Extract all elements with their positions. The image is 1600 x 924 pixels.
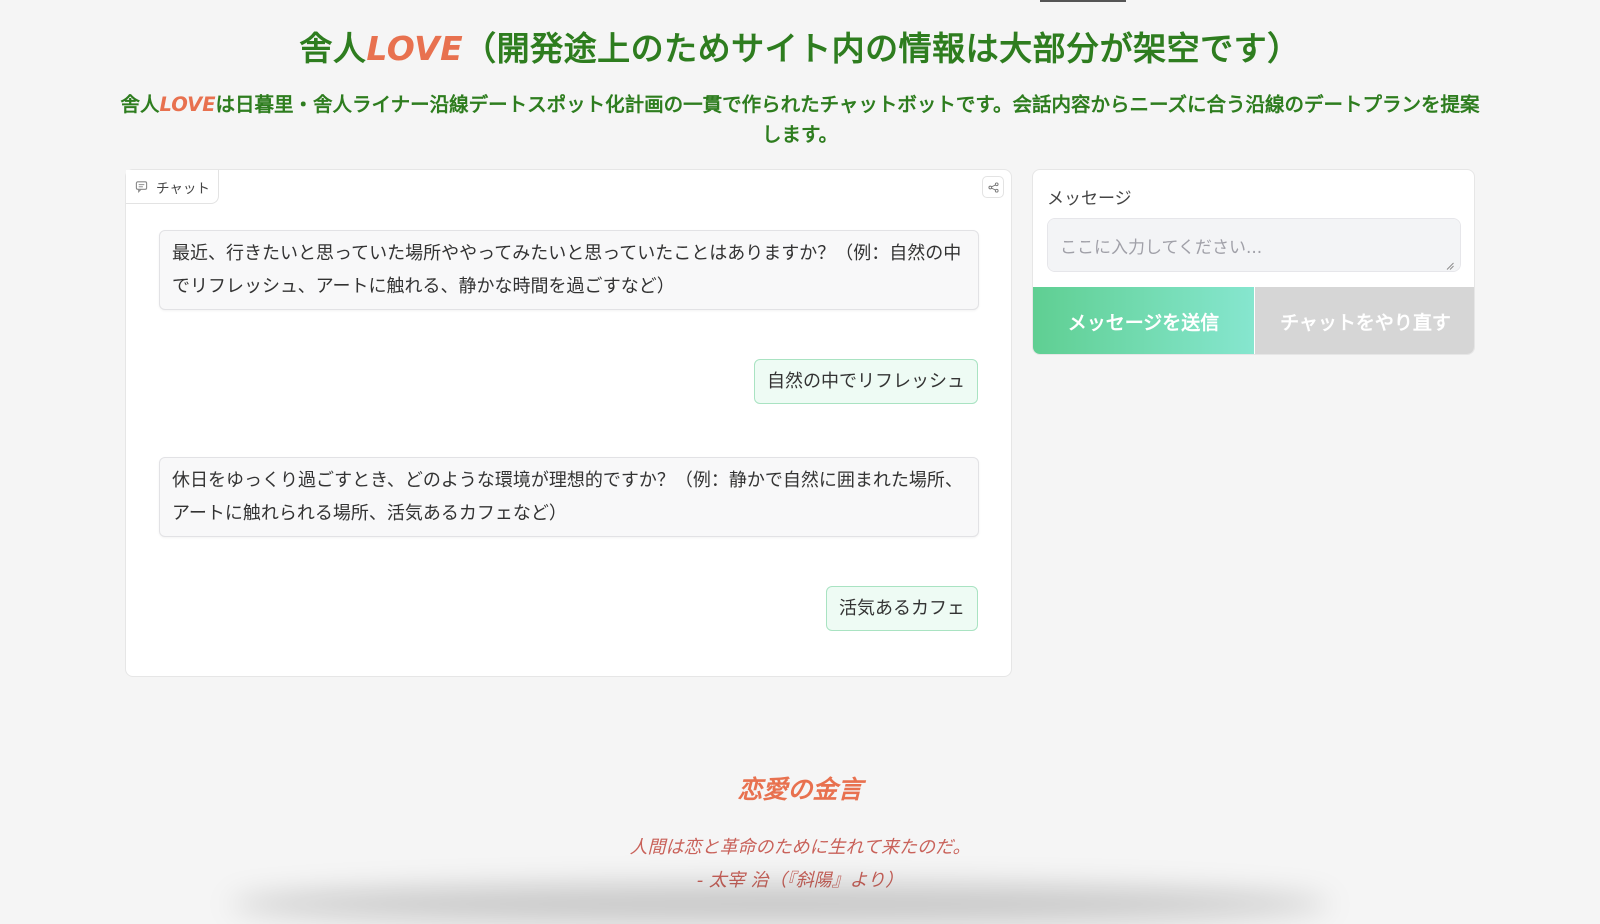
subtitle-brand: LOVE [159,93,216,116]
bot-message: 休日をゆっくり過ごすとき、どのような環境が理想的ですか？（例：静かで自然に囲まれ… [159,457,979,537]
share-icon [987,181,999,193]
top-indicator-line [1040,0,1126,2]
message-input[interactable] [1047,218,1461,272]
share-button[interactable] [982,176,1004,198]
subtitle-suffix: は日暮里・舎人ライナー沿線デートスポット化計画の一貫で作られたチャットボットです… [215,93,1480,146]
title-suffix: （開発途上のためサイト内の情報は大部分が架空です） [463,29,1301,68]
chat-tab: チャット [126,170,219,204]
message-label: メッセージ [1047,189,1132,209]
resize-grip-icon[interactable] [1446,262,1454,270]
title-brand: LOVE [366,29,464,68]
message-panel: メッセージ メッセージを送信 チャットをやり直す [1032,169,1475,355]
page-title: 舎人LOVE（開発途上のためサイト内の情報は大部分が架空です） [0,22,1600,70]
chat-bubble-icon [135,181,148,193]
title-prefix: 舎人 [299,29,367,68]
user-message: 自然の中でリフレッシュ [754,359,978,404]
reset-chat-button[interactable]: チャットをやり直す [1255,287,1474,354]
bot-message: 最近、行きたいと思っていた場所ややってみたいと思っていたことはありますか？（例：… [159,230,979,310]
quote-text: 人間は恋と革命のために生れて来たのだ。 [629,837,971,858]
chat-tab-label: チャット [156,180,210,197]
page-description: 舎人LOVEは日暮里・舎人ライナー沿線デートスポット化計画の一貫で作られたチャッ… [120,90,1480,150]
quote-heading: 恋愛の金言 [737,775,863,804]
chat-panel: チャット 最近、行きたいと思っていた場所ややってみたいと思っていたことはあります… [125,169,1012,677]
bottom-shadow [230,884,1330,924]
subtitle-prefix: 舎人 [120,93,160,116]
send-message-button[interactable]: メッセージを送信 [1033,287,1254,354]
user-message: 活気あるカフェ [826,586,978,631]
